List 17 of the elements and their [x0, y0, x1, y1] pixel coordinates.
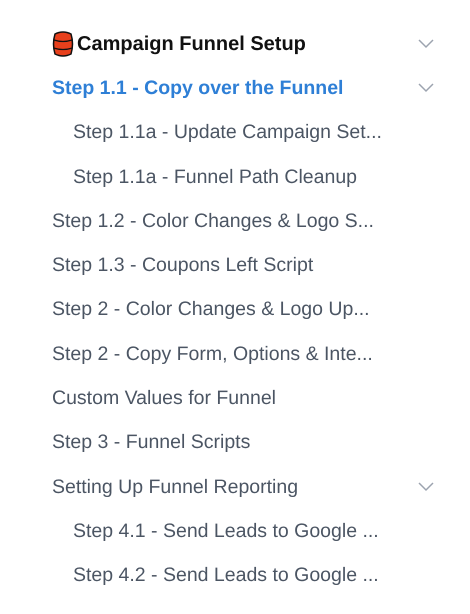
nav-item[interactable]: Step 2 - Color Changes & Logo Up...: [52, 298, 370, 322]
nav-item[interactable]: Step 3 - Funnel Scripts: [52, 431, 250, 454]
chevron-icon[interactable]: [418, 482, 434, 492]
nav-item[interactable]: Setting Up Funnel Reporting: [52, 476, 298, 499]
nav-item[interactable]: Step 1.1 - Copy over the Funnel: [52, 76, 344, 100]
nav-subitem[interactable]: Step 4.1 - Send Leads to Google ...: [73, 520, 379, 543]
nav-item[interactable]: Step 1.3 - Coupons Left Script: [52, 254, 314, 278]
nav-subitem[interactable]: Step 1.1a - Funnel Path Cleanup: [73, 166, 358, 189]
nav-subitem[interactable]: Step 4.2 - Send Leads to Google ...: [73, 564, 379, 588]
nav-subitem[interactable]: Step 1.1a - Update Campaign Set...: [73, 121, 382, 144]
barrel-icon: [52, 31, 74, 58]
chevron-icon[interactable]: [418, 83, 434, 94]
nav-item[interactable]: Step 2 - Copy Form, Options & Inte...: [52, 342, 373, 366]
section-title[interactable]: Campaign Funnel Setup: [77, 32, 306, 56]
nav-item[interactable]: Custom Values for Funnel: [52, 387, 276, 410]
nav-item[interactable]: Step 1.2 - Color Changes & Logo S...: [52, 210, 374, 233]
chevron-icon[interactable]: [418, 39, 434, 50]
